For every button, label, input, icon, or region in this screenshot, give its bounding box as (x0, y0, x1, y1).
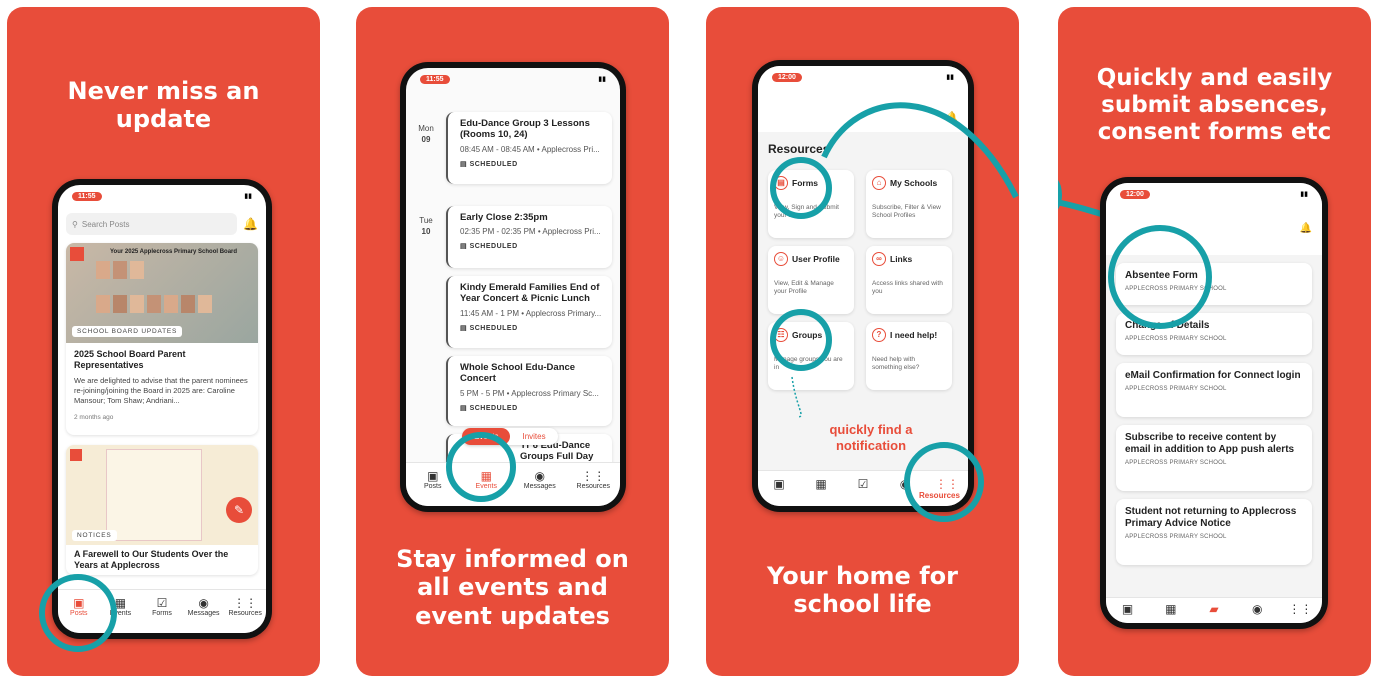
day-label: Tue 10 (419, 216, 433, 236)
forms-icon: ▰ (1209, 602, 1219, 616)
message-icon: ◉ (1251, 602, 1263, 616)
form-item[interactable]: Subscribe to receive content by email in… (1116, 425, 1312, 491)
bell-icon[interactable]: 🔔 (946, 112, 958, 123)
tab-forms[interactable]: ▰ (1192, 602, 1235, 616)
annotation-text: quickly find a notification (829, 422, 913, 453)
form-item[interactable]: eMail Confirmation for Connect login APPL… (1116, 363, 1312, 417)
help-icon: ? (872, 328, 886, 342)
highlight-ring (446, 432, 516, 502)
bell-icon[interactable]: 🔔 (243, 217, 258, 231)
event-card[interactable]: Kindy Emerald Families End of Year Conce… (446, 276, 612, 348)
status-time: 12:00 (1120, 189, 1150, 199)
caption-forms: Quickly and easily submit absences, cons… (1096, 65, 1333, 146)
tab-posts[interactable]: ▣ (758, 477, 800, 491)
tab-forms[interactable]: ☑ (842, 477, 884, 491)
resource-user-profile[interactable]: ☺ User Profile View, Edit & Manage your Pr… (768, 246, 854, 314)
battery-icon: ▮▮ (244, 193, 252, 200)
forms-icon: ☑ (156, 596, 168, 610)
message-icon: ◉ (534, 469, 545, 483)
highlight-ring (39, 574, 117, 652)
battery-icon: ▮▮ (598, 76, 606, 83)
posts-icon: ▣ (1121, 602, 1134, 616)
tab-events[interactable]: ▦ (1149, 602, 1192, 616)
user-icon: ☺ (774, 252, 788, 266)
form-item[interactable]: Student not returning to Applecross Prim… (1116, 499, 1312, 565)
post-image: Your 2025 Applecross Primary School Boar… (66, 243, 258, 343)
event-card[interactable]: Early Close 2:35pm 02:35 PM - 02:35 PM •… (446, 206, 612, 268)
pencil-icon: ✎ (233, 503, 245, 517)
caption-events: Stay informed on all events and event up… (396, 545, 629, 630)
calendar-icon: ▤ (460, 160, 468, 168)
highlight-ring (904, 442, 984, 522)
caption-posts: Never miss an update (67, 77, 260, 134)
highlight-ring (1108, 225, 1212, 329)
link-icon: ∞ (872, 252, 886, 266)
edit-fab[interactable]: ✎ (226, 497, 252, 523)
tab-messages[interactable]: ◉ Messages (518, 469, 562, 490)
status-time: 12:00 (772, 72, 802, 82)
post-title: A Farewell to Our Students Over the Year… (74, 549, 229, 570)
posts-icon: ▣ (427, 469, 439, 483)
calendar-icon: ▤ (460, 324, 468, 332)
posts-icon: ▣ (773, 477, 785, 491)
grid-icon: ⋮⋮ (233, 596, 258, 610)
post-card[interactable]: Your 2025 Applecross Primary School Boar… (66, 243, 258, 435)
battery-icon: ▮▮ (946, 74, 954, 81)
tab-resources[interactable]: ⋮⋮ (1279, 602, 1322, 616)
highlight-ring (770, 157, 832, 219)
status-time: 11:55 (72, 191, 102, 201)
post-title: 2025 School Board Parent Representatives (74, 349, 186, 370)
post-time: 2 months ago (74, 413, 114, 421)
calendar-icon: ▤ (460, 243, 468, 251)
panel-events: 11:55 ▮▮ Mon 09 Tue 10 Edu-Dance Group 3 Le… (356, 7, 669, 676)
tab-messages[interactable]: ◉ (1236, 602, 1279, 616)
grid-icon: ⋮⋮ (1288, 602, 1313, 616)
tab-posts[interactable]: ▣ (1106, 602, 1149, 616)
post-tag: NOTICES (72, 530, 117, 541)
tab-events[interactable]: ▦ (800, 477, 842, 491)
caption-resources: Your home for school life (767, 562, 958, 619)
calendar-icon: ▦ (1165, 602, 1177, 616)
tab-messages[interactable]: ◉ Messages (183, 596, 225, 617)
tab-resources[interactable]: ⋮⋮ Resources (571, 469, 615, 490)
bell-icon[interactable]: 🔔 (1300, 223, 1312, 234)
event-card[interactable]: Edu-Dance Group 3 Lessons (Rooms 10, 24)… (446, 112, 612, 184)
grid-icon: ⋮⋮ (581, 469, 606, 483)
search-input[interactable]: ⚲ Search Posts (66, 213, 238, 235)
post-excerpt: We are delighted to advise that the pare… (74, 375, 248, 405)
panel-forms: Quickly and easily submit absences, cons… (1058, 7, 1371, 676)
phone-posts: 11:55 ▮▮ ⚲ Search Posts 🔔 Your 2025 Applec… (52, 179, 272, 639)
status-time: 11:55 (420, 74, 450, 84)
resource-links[interactable]: ∞ Links Access links shared with you (866, 246, 952, 314)
post-tag: SCHOOL BOARD UPDATES (72, 326, 183, 337)
toggle-invites[interactable]: Invites (510, 428, 557, 445)
page-title: Resources (768, 142, 830, 156)
panel-posts: Never miss an update 11:55 ▮▮ ⚲ Search Pos… (7, 7, 320, 676)
tab-resources[interactable]: ⋮⋮ Resources (224, 596, 266, 617)
day-label: Mon 09 (418, 124, 434, 144)
forms-icon: ☑ (857, 477, 869, 491)
panel-resources: 12:00 ▮▮ 🔔 Resources ▤ Forms View, Sign and… (706, 7, 1019, 676)
school-logo (70, 247, 84, 261)
battery-icon: ▮▮ (1300, 191, 1308, 198)
highlight-ring (770, 309, 832, 371)
resource-my-schools[interactable]: ⌂ My Schools Subscribe, Filter & View Scho… (866, 170, 952, 238)
post-card[interactable]: NOTICES ✎ A Farewell to Our Students Ove… (66, 445, 258, 575)
tab-bar: ▣ ▦ ▰ ◉ ⋮⋮ (1106, 597, 1322, 623)
phone-events: 11:55 ▮▮ Mon 09 Tue 10 Edu-Dance Group 3 Le… (400, 62, 626, 512)
resource-help[interactable]: ? I need help! Need help with something el… (866, 322, 952, 390)
calendar-icon: ▦ (815, 477, 827, 491)
event-card[interactable]: Whole School Edu-Dance Concert 5 PM - 5 … (446, 356, 612, 426)
school-icon: ⌂ (872, 176, 886, 190)
message-icon: ◉ (198, 596, 209, 610)
tab-forms[interactable]: ☑ Forms (141, 596, 183, 617)
search-icon: ⚲ (72, 219, 78, 229)
post-image: NOTICES ✎ (66, 445, 258, 545)
calendar-icon: ▤ (460, 404, 468, 412)
